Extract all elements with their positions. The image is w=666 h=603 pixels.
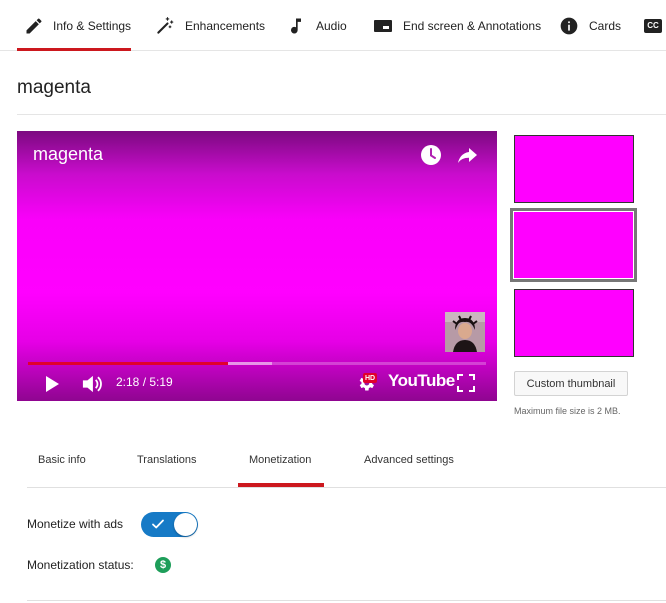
top-tab-bar: Info & Settings Enhancements Audio End s… xyxy=(0,0,666,51)
thumbnail-option-2[interactable] xyxy=(510,208,637,282)
end-screen-icon xyxy=(372,15,394,37)
tab-label: End screen & Annotations xyxy=(403,18,542,33)
tab-info-settings[interactable]: Info & Settings xyxy=(17,0,131,51)
channel-watermark[interactable] xyxy=(445,312,485,352)
thumbnail-option-3[interactable] xyxy=(514,289,634,357)
music-note-icon xyxy=(285,15,307,37)
file-size-note: Maximum file size is 2 MB. xyxy=(514,406,621,416)
subtab-basic-info[interactable]: Basic info xyxy=(38,432,86,487)
player-title: magenta xyxy=(33,144,104,164)
youtube-logo[interactable]: YouTube xyxy=(388,371,455,391)
tab-cards[interactable]: Cards xyxy=(558,0,621,51)
closed-captions-icon: CC xyxy=(644,18,662,33)
pencil-icon xyxy=(24,15,44,37)
tab-audio[interactable]: Audio xyxy=(285,0,347,51)
monetize-with-ads-label: Monetize with ads xyxy=(27,517,124,531)
tab-closed-captions[interactable]: CC xyxy=(644,0,662,51)
magic-wand-icon xyxy=(154,15,176,37)
tab-enhancements[interactable]: Enhancements xyxy=(154,0,265,51)
dollar-status-icon: $ xyxy=(155,557,171,573)
divider xyxy=(27,600,666,601)
subtab-advanced-settings[interactable]: Advanced settings xyxy=(364,432,454,487)
thumbnail-option-1[interactable] xyxy=(514,135,634,203)
tab-end-screen-annotations[interactable]: End screen & Annotations xyxy=(372,0,541,51)
monetization-status-label: Monetization status: xyxy=(27,558,134,572)
subtab-monetization[interactable]: Monetization xyxy=(237,432,325,487)
play-button[interactable] xyxy=(42,374,62,394)
progress-bar[interactable] xyxy=(28,362,486,365)
toggle-knob xyxy=(174,513,197,536)
hd-badge: HD xyxy=(363,373,377,383)
tab-label: Enhancements xyxy=(185,18,266,33)
tab-label: Info & Settings xyxy=(53,18,132,33)
volume-icon[interactable] xyxy=(80,373,104,395)
played-bar xyxy=(28,362,228,365)
subtab-translations[interactable]: Translations xyxy=(137,432,197,487)
share-icon[interactable] xyxy=(455,143,479,167)
tab-label: Cards xyxy=(589,18,622,33)
info-circle-icon xyxy=(558,15,580,37)
page-title: magenta xyxy=(17,77,91,98)
check-icon xyxy=(152,519,164,529)
divider xyxy=(27,487,666,488)
video-player[interactable]: magenta 2:18 / 5:19 HD YouTube xyxy=(17,131,497,401)
divider xyxy=(17,114,666,115)
monetize-toggle[interactable] xyxy=(141,512,198,537)
fullscreen-icon[interactable] xyxy=(457,374,475,392)
tab-label: Audio xyxy=(316,18,347,33)
watch-later-icon[interactable] xyxy=(420,144,442,166)
time-display: 2:18 / 5:19 xyxy=(116,375,173,389)
custom-thumbnail-button[interactable]: Custom thumbnail xyxy=(514,371,628,396)
